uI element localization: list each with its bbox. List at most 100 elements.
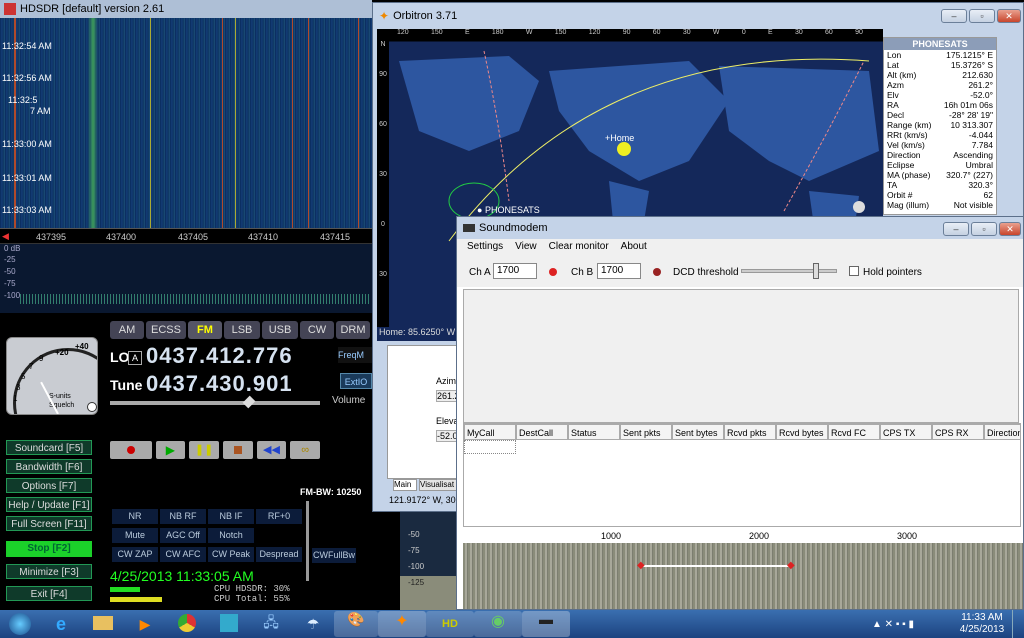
stop-button[interactable] <box>222 441 253 459</box>
mode-lsb-button[interactable]: LSB <box>224 321 260 339</box>
column-header[interactable]: Rcvd bytes <box>776 424 828 440</box>
close-window-button[interactable]: ✕ <box>999 222 1021 236</box>
lat-tick: 60 <box>379 121 387 128</box>
monitor-area[interactable] <box>463 289 1019 423</box>
despread-button[interactable]: Despread <box>256 547 302 562</box>
dcd-threshold-slider[interactable] <box>741 269 837 273</box>
stop-radio-button[interactable]: Stop [F2] <box>6 541 92 557</box>
column-header[interactable]: Sent bytes <box>672 424 724 440</box>
hold-pointers-checkbox[interactable] <box>849 266 859 276</box>
mode-usb-button[interactable]: USB <box>262 321 298 339</box>
menu-clear-monitor[interactable]: Clear monitor <box>549 239 609 255</box>
tab-main[interactable]: Main <box>393 479 417 491</box>
nb-if-button[interactable]: NB IF <box>208 509 254 524</box>
mode-ecss-button[interactable]: ECSS <box>146 321 186 339</box>
hdsdr-taskbar-icon[interactable]: HD <box>426 611 474 637</box>
play-button[interactable]: ▶ <box>155 441 186 459</box>
volume-slider[interactable] <box>110 401 320 405</box>
cw-afc-button[interactable]: CW AFC <box>160 547 206 562</box>
extio-button[interactable]: ExtIO <box>340 373 372 389</box>
maximize-window-button[interactable]: ▫ <box>971 222 997 236</box>
menu-settings[interactable]: Settings <box>467 239 503 255</box>
soundmodem-waterfall[interactable]: ◆ ◆ <box>463 543 1023 609</box>
start-button[interactable] <box>0 610 40 638</box>
notch-button[interactable]: Notch <box>208 528 254 543</box>
bandwidth-slider[interactable] <box>306 501 309 581</box>
rewind-button[interactable]: ◀◀ <box>256 441 287 459</box>
calculator-taskbar-icon[interactable] <box>208 613 250 635</box>
panel-rows: Lon 175.1215° E Lat 15.3726° S Alt (km) 212.6… <box>884 50 996 210</box>
loop-button[interactable]: ∞ <box>290 441 320 459</box>
paint-taskbar-icon[interactable]: 🎨 <box>334 611 378 637</box>
help-update-button[interactable]: Help / Update [F1] <box>6 497 92 512</box>
tab-visualisation[interactable]: Visualisat <box>419 479 459 491</box>
pause-button[interactable]: ❚❚ <box>189 441 219 459</box>
cw-zap-button[interactable]: CW ZAP <box>112 547 158 562</box>
orbitron-taskbar-icon[interactable]: ✦ <box>378 611 426 637</box>
show-desktop-button[interactable] <box>1012 610 1024 638</box>
menu-about[interactable]: About <box>621 239 647 255</box>
network-taskbar-icon[interactable]: 🖧 <box>250 612 292 636</box>
hdsdr-titlebar[interactable]: HDSDR [default] version 2.61 <box>0 0 372 18</box>
freqm-button[interactable]: FreqM <box>338 347 372 363</box>
column-header[interactable]: Rcvd FC <box>828 424 880 440</box>
spectrum-display[interactable]: 0 dB -25 -50 -75 -100 <box>0 243 372 313</box>
ie-taskbar-icon[interactable]: e <box>40 614 82 635</box>
soundcard-button[interactable]: Soundcard [F5] <box>6 440 92 455</box>
agc-button[interactable]: AGC Off <box>160 528 206 543</box>
freq-tick: 437395 <box>36 232 67 242</box>
minimize-window-button[interactable]: – <box>941 9 967 23</box>
mode-drm-button[interactable]: DRM <box>336 321 370 339</box>
column-header[interactable]: Status <box>568 424 620 440</box>
bandwidth-button[interactable]: Bandwidth [F6] <box>6 459 92 474</box>
cha-input[interactable]: 1700 <box>493 263 537 279</box>
explorer-taskbar-icon[interactable] <box>82 615 124 633</box>
transport-bar: ▶ ❚❚ ◀◀ ∞ <box>110 441 320 459</box>
orbitron-app-icon: ✦ <box>379 9 390 23</box>
column-header[interactable]: CPS RX <box>932 424 984 440</box>
cw-full-bw-button[interactable]: CWFullBw <box>312 548 356 563</box>
frequency-axis[interactable]: ◀ 437395 437400 437405 437410 437415 <box>0 228 372 243</box>
column-header[interactable]: Rcvd pkts <box>724 424 776 440</box>
table-row[interactable] <box>464 440 516 454</box>
connections-table[interactable]: MyCall DestCall Status Sent pkts Sent bytes R… <box>463 423 1021 527</box>
exit-button[interactable]: Exit [F4] <box>6 586 92 601</box>
clock[interactable]: 11:33 AM 4/25/2013 <box>952 612 1012 636</box>
minimize-window-button[interactable]: – <box>943 222 969 236</box>
menu-view[interactable]: View <box>515 239 537 255</box>
tune-frequency[interactable]: 0437.430.901 <box>146 371 293 397</box>
mode-am-button[interactable]: AM <box>110 321 144 339</box>
column-header[interactable]: DestCall <box>516 424 568 440</box>
column-header[interactable]: Direction <box>984 424 1020 440</box>
full-screen-button[interactable]: Full Screen [F11] <box>6 516 92 531</box>
cw-peak-button[interactable]: CW Peak <box>208 547 254 562</box>
minimize-button[interactable]: Minimize [F3] <box>6 564 92 579</box>
tray-icons[interactable]: ▲ ✕ ▪ ▪ ▮ <box>872 619 952 630</box>
mode-cw-button[interactable]: CW <box>300 321 334 339</box>
column-header[interactable]: CPS TX <box>880 424 932 440</box>
soundmodem-taskbar-icon[interactable]: ▬ <box>522 611 570 637</box>
soundmodem-titlebar[interactable]: Soundmodem – ▫ ✕ <box>457 217 1023 239</box>
satellite-taskbar-icon[interactable]: ☂ <box>292 616 334 633</box>
lo-frequency[interactable]: 0437.412.776 <box>146 343 293 369</box>
chb-input[interactable]: 1700 <box>597 263 641 279</box>
dcd-threshold-thumb[interactable] <box>813 263 819 279</box>
chrome-taskbar-icon[interactable] <box>166 613 208 635</box>
maximize-window-button[interactable]: ▫ <box>969 9 995 23</box>
column-header[interactable]: Sent pkts <box>620 424 672 440</box>
record-button[interactable] <box>110 441 152 459</box>
nb-rf-button[interactable]: NB RF <box>160 509 206 524</box>
close-window-button[interactable]: ✕ <box>997 9 1021 23</box>
waterfall-display[interactable]: 11:32:54 AM 11:32:56 AM 11:32:5 7 AM 11:… <box>0 18 372 228</box>
media-player-taskbar-icon[interactable]: ▶ <box>124 616 166 633</box>
mute-button[interactable]: Mute <box>112 528 158 543</box>
rf-gain-button[interactable]: RF+0 <box>256 509 302 524</box>
column-header[interactable]: MyCall <box>464 424 516 440</box>
mode-fm-button[interactable]: FM <box>188 321 222 339</box>
volume-thumb[interactable] <box>242 395 256 409</box>
orbitron-titlebar[interactable]: ✦ Orbitron 3.71 – ▫ ✕ <box>373 3 1023 29</box>
nr-button[interactable]: NR <box>112 509 158 524</box>
gps-taskbar-icon[interactable]: ◉ <box>474 611 522 637</box>
lo-lock-button[interactable]: A <box>128 351 142 365</box>
options-button[interactable]: Options [F7] <box>6 478 92 493</box>
